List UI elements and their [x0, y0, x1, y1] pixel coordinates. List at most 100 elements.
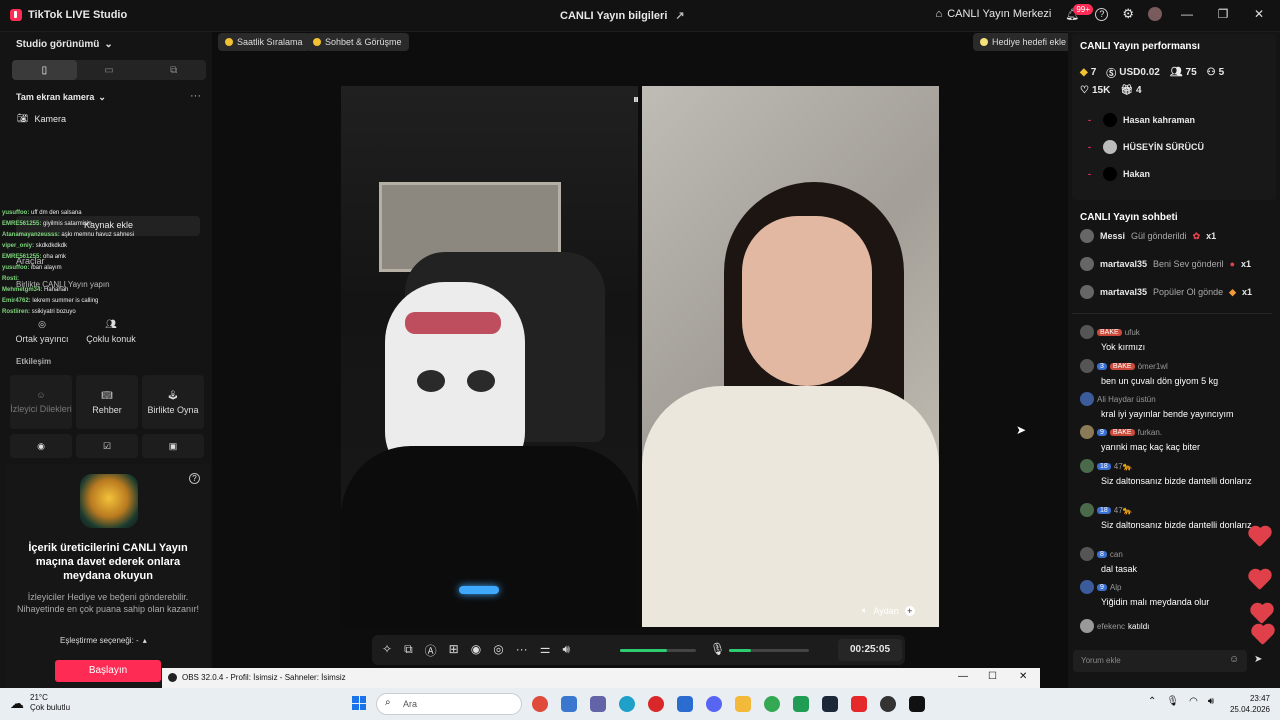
chat-user: Alp — [1109, 582, 1122, 592]
mic-icon[interactable]: 🎙︎ — [1166, 696, 1179, 707]
maximize-icon[interactable]: ☐ — [988, 671, 997, 682]
mic-slider[interactable] — [729, 649, 809, 652]
emoji-icon[interactable]: ☺ — [1229, 654, 1239, 665]
gift-event: martaval35 Beni Sev gönderil ● x1 — [1080, 257, 1251, 271]
live-center-button[interactable]: ⌂ CANLI Yayın Merkezi — [936, 8, 1052, 20]
chat-message[interactable]: 3 BAKE ömer1wl ben un çuvalı dön giyom 5 k… — [1080, 359, 1260, 386]
record-icon[interactable]: ◉ — [471, 642, 481, 659]
close-icon[interactable]: ✕ — [1019, 671, 1027, 682]
help-icon[interactable]: ? — [1095, 7, 1109, 21]
youtube-icon[interactable] — [851, 696, 867, 712]
store-icon[interactable] — [561, 696, 577, 712]
chrome-icon[interactable] — [532, 696, 548, 712]
overlay-chat-line: EMRE561255: oha amk — [2, 254, 67, 260]
mail-icon[interactable] — [677, 696, 693, 712]
windows-start-icon[interactable] — [352, 696, 366, 710]
discord-icon[interactable] — [706, 696, 722, 712]
divider — [1072, 313, 1272, 314]
edge-icon[interactable] — [619, 696, 635, 712]
send-icon[interactable]: ➤ — [1254, 654, 1262, 665]
dual-toggle[interactable]: ⧉ — [141, 60, 206, 80]
wifi-icon[interactable]: ◠ — [1189, 696, 1198, 707]
volume-slider[interactable] — [620, 649, 696, 652]
split-handle-icon[interactable]: ⏸ — [633, 92, 639, 107]
gifter-name: Hakan — [1123, 169, 1151, 179]
chrome-alt-icon[interactable] — [764, 696, 780, 712]
camera-settings-icon[interactable]: ◎ — [493, 642, 503, 659]
chat-message[interactable]: 9 Alp Yiğidin malı meydanda olur — [1080, 580, 1260, 607]
app-icon[interactable] — [793, 696, 809, 712]
opera-icon[interactable] — [648, 696, 664, 712]
more-icon[interactable]: ··· — [190, 90, 201, 102]
top-gifter-row[interactable]: - Hakan — [1088, 167, 1150, 181]
hourly-ranking-label: Saatlik Sıralama — [237, 37, 303, 47]
volume-icon[interactable]: 🔊︎ — [562, 642, 570, 659]
orientation-selector: ▯ ▭ ⧉ — [12, 60, 206, 80]
more-icon[interactable]: ··· — [516, 642, 528, 659]
gift-goal-chip[interactable]: Hediye hedefi ekle — [973, 33, 1074, 51]
scene-dropdown[interactable]: Tam ekran kamera ⌄ — [16, 92, 106, 103]
tool-slot-a[interactable]: ◉ — [10, 434, 72, 458]
play-together-tool[interactable]: 🕹︎ Birlikte Oyna — [142, 375, 204, 429]
host-camera-feed: ⏸ — [341, 86, 639, 627]
minimize-icon[interactable]: — — [1176, 7, 1198, 21]
overlay-chat-line: viper_oniy: skdkdkdkdk — [2, 243, 68, 249]
comment-input[interactable]: Yorum ekle ☺ — [1073, 650, 1247, 672]
camera-source-label: Kamera — [34, 113, 66, 124]
temperature: 21°C — [30, 693, 48, 702]
layout-icon[interactable]: ⊞ — [449, 642, 459, 659]
portrait-toggle[interactable]: ▯ — [12, 60, 77, 80]
top-gifter-row[interactable]: - Hasan kahraman — [1088, 113, 1195, 127]
minimize-icon[interactable]: — — [958, 671, 968, 682]
notifications-button[interactable]: 🔔︎ 99+ — [1065, 3, 1093, 21]
hourly-ranking-chip[interactable]: Saatlik Sıralama — [218, 33, 310, 51]
avatar — [1103, 113, 1117, 127]
tool-slot-c[interactable]: ▣ — [142, 434, 204, 458]
help-icon[interactable]: ? — [189, 473, 200, 484]
tiktok-logo-icon — [10, 9, 22, 21]
gear-icon[interactable]: ⚙ — [1122, 6, 1134, 22]
start-match-button[interactable]: Başlayın — [55, 660, 161, 682]
top-gifter-row[interactable]: - HÜSEYİN SÜRÜCÜ — [1088, 140, 1204, 154]
chat-message[interactable]: 8 can dal tasak — [1080, 547, 1260, 574]
sliders-icon[interactable]: ⚌ — [540, 642, 551, 659]
landscape-toggle[interactable]: ▭ — [77, 60, 142, 80]
maximize-icon[interactable]: ❐ — [1212, 7, 1234, 21]
ai-icon[interactable]: Ⓐ — [425, 642, 437, 659]
fan-badge: BAKE — [1109, 362, 1135, 370]
viewer-wishes-tool[interactable]: ☺ İzleyici Dilekleri — [10, 375, 72, 429]
obs-window-bar[interactable]: OBS 32.0.4 - Profil: İsimsiz - Sahneler:… — [162, 668, 1040, 688]
studio-view-dropdown[interactable]: Studio görünümü ⌄ — [16, 39, 113, 50]
mic-icon[interactable]: 🎙︎ — [710, 642, 725, 656]
profile-avatar[interactable] — [1148, 7, 1162, 21]
tool-slot-b[interactable]: ☑ — [76, 434, 138, 458]
chevron-up-icon[interactable]: ⌃ — [1148, 696, 1156, 707]
guide-tool[interactable]: 📖︎ Rehber — [76, 375, 138, 429]
chat-call-chip[interactable]: Sohbet & Görüşme — [306, 33, 409, 51]
chat-message[interactable]: 18 47🐆 Siz daltonsanız bizde dantelli don… — [1080, 459, 1260, 486]
volume-icon[interactable]: 🔊︎ — [1208, 696, 1214, 707]
chat-message[interactable]: 9 BAKE furkan. yarınki maç kaç kaç biter — [1080, 425, 1260, 452]
close-icon[interactable]: ✕ — [1248, 7, 1270, 21]
obs-icon[interactable] — [880, 696, 896, 712]
source-camera[interactable]: 📷︎ Kamera — [17, 113, 66, 124]
clock[interactable]: 23:47 25.04.2026 — [1222, 693, 1270, 715]
live-info-link[interactable]: CANLI Yayın bilgileri ↗ — [560, 9, 685, 23]
taskbar-search[interactable]: ⌕ Ara — [376, 693, 522, 715]
match-option-dropdown[interactable]: Eşleştirme seçeneği: - ▴ — [60, 636, 147, 645]
steam-icon[interactable] — [822, 696, 838, 712]
chat-message[interactable]: 18 47🐆 Siz daltonsanız bizde dantelli don… — [1080, 503, 1260, 530]
weather-widget[interactable]: ☁ 21°C Çok bulutlu — [10, 693, 70, 713]
speaker-icon[interactable]: 🔈︎ — [862, 605, 867, 616]
co-host-icon: ◎ — [38, 318, 46, 329]
teams-icon[interactable] — [590, 696, 606, 712]
magic-wand-icon[interactable]: ✧ — [382, 642, 392, 659]
screen-capture-icon[interactable]: ⧉ — [404, 642, 413, 659]
chat-message[interactable]: Ali Haydar üstün kral iyi yayınlar bende… — [1080, 392, 1260, 419]
folder-icon[interactable] — [735, 696, 751, 712]
add-icon[interactable]: + — [904, 605, 915, 616]
tiktok-icon[interactable] — [909, 696, 925, 712]
box-icon: ▣ — [168, 440, 178, 451]
chat-message[interactable]: BAKE ufuk Yok kırmızı — [1080, 325, 1260, 352]
avatar — [1080, 285, 1094, 299]
